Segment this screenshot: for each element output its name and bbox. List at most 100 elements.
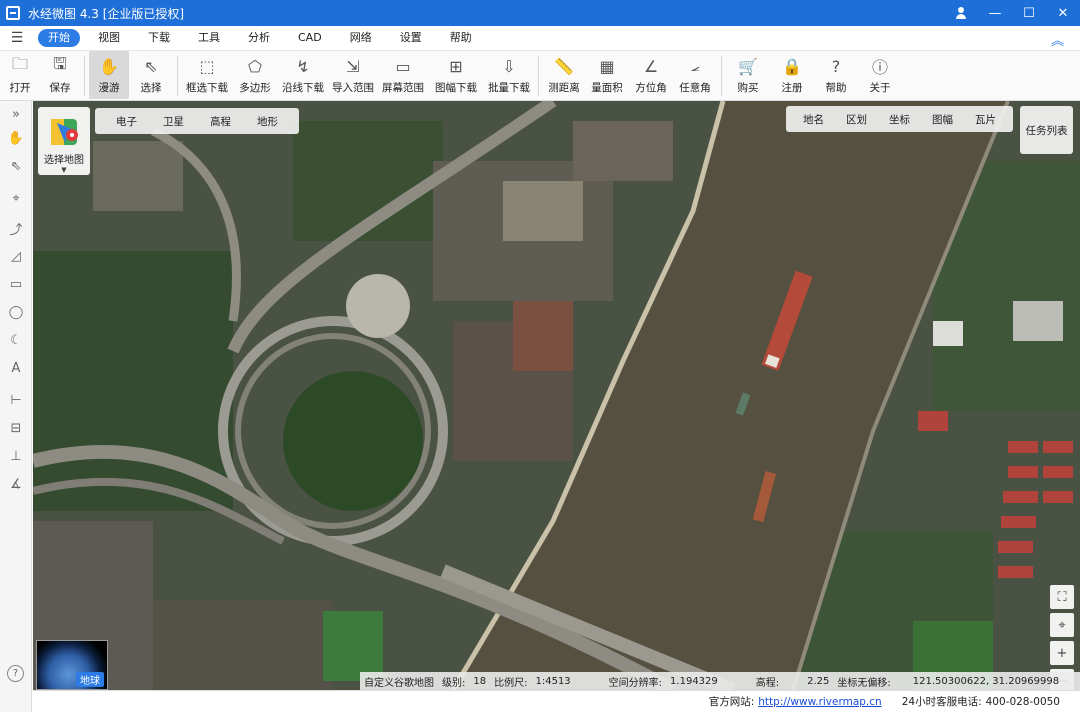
about-button[interactable]: ⓘ 关于 — [858, 51, 902, 99]
sheet-download-icon: ⊞ — [449, 56, 463, 76]
pan-tool-icon[interactable]: ✋ — [7, 129, 25, 147]
import-range-button[interactable]: ⇲ 导入范围 — [328, 51, 378, 99]
select-map-button[interactable]: 选择地图 ▼ — [38, 107, 90, 175]
layer-elevation[interactable]: 高程 — [197, 114, 244, 129]
scale-value: 1:4513 — [535, 675, 571, 687]
site-link[interactable]: http://www.rivermap.cn — [758, 696, 881, 708]
line-download-button[interactable]: ↯ 沿线下载 — [278, 51, 328, 99]
measure-distance-icon[interactable]: ⊢ — [7, 391, 25, 409]
layer-terrain[interactable]: 地形 — [244, 114, 291, 129]
pan-button[interactable]: ✋ 漫游 — [89, 51, 129, 99]
fullscreen-button[interactable]: ⛶ — [1050, 585, 1074, 609]
draw-polygon-icon[interactable]: ◿ — [7, 247, 25, 265]
elevation-value: 2.25 — [807, 675, 830, 687]
map-view[interactable]: 选择地图 ▼ 电子 卫星 高程 地形 地名 区划 坐标 图幅 瓦片 任务列表 ⛶… — [33, 101, 1080, 690]
overlay-coordinates[interactable]: 坐标 — [878, 112, 921, 127]
measure-area-icon[interactable]: ⊟ — [7, 419, 25, 437]
overlay-sheets[interactable]: 图幅 — [921, 112, 964, 127]
help-icon: ? — [831, 56, 841, 76]
menu-view[interactable]: 视图 — [84, 29, 134, 47]
screen-range-button[interactable]: ▭ 屏幕范围 — [378, 51, 428, 99]
menu-start[interactable]: 开始 — [38, 29, 80, 47]
locate-icon: ⌖ — [1058, 617, 1066, 633]
azimuth-button[interactable]: ∠ 方位角 — [629, 51, 673, 99]
select-tool-icon[interactable]: ⇖ — [7, 157, 25, 175]
menu-cad[interactable]: CAD — [284, 29, 336, 47]
import-range-icon: ⇲ — [346, 56, 360, 76]
level-value: 18 — [473, 675, 487, 687]
task-list-button[interactable]: 任务列表 — [1020, 106, 1073, 154]
area-icon: ▦ — [599, 56, 615, 76]
cursor-icon: ⇖ — [144, 56, 158, 76]
toolbar-divider — [721, 56, 722, 96]
collapse-ribbon-icon[interactable]: ︽ — [1051, 30, 1064, 49]
menu-download[interactable]: 下载 — [134, 29, 184, 47]
scale-label: 比例尺: — [494, 677, 528, 689]
coord-label: 坐标无偏移: — [837, 677, 891, 689]
measure-area-button[interactable]: ▦ 量面积 — [585, 51, 629, 99]
help-button[interactable]: ? 帮助 — [814, 51, 858, 99]
azimuth-tool-icon[interactable]: ⊥ — [7, 447, 25, 465]
layer-electronic[interactable]: 电子 — [103, 114, 150, 129]
phone-value: 400-028-0050 — [985, 695, 1060, 708]
open-button[interactable]: 🗀 打开 — [0, 51, 40, 99]
coord-value: 121.50300622, 31.20969998 — [912, 675, 1060, 687]
map-pin-icon — [47, 113, 81, 149]
help-circle-icon[interactable]: ? — [7, 665, 24, 682]
overlay-place-names[interactable]: 地名 — [792, 112, 835, 127]
add-text-icon[interactable]: A — [7, 359, 25, 377]
fullscreen-icon: ⛶ — [1057, 589, 1067, 605]
draw-arc-icon[interactable]: ☾ — [7, 331, 25, 349]
menu-analysis[interactable]: 分析 — [234, 29, 284, 47]
expand-sidebar-icon[interactable]: » — [7, 105, 25, 123]
maximize-icon: ☐ — [1023, 5, 1035, 21]
map-status-bar: 自定义谷歌地图 级别: 18 比例尺: 1:4513 空间分辨率: 1.1943… — [360, 672, 1080, 690]
left-toolbar: » ✋ ⇖ ⌖ ⤴ ◿ ▭ ◯ ☾ A ⊢ ⊟ ⊥ ∡ — [0, 101, 32, 712]
menu-network[interactable]: 网络 — [336, 29, 386, 47]
polygon-button[interactable]: ⬠ 多边形 — [232, 51, 278, 99]
measure-distance-button[interactable]: 📏 测距离 — [543, 51, 585, 99]
toolbar-divider — [538, 56, 539, 96]
map-source: 自定义谷歌地图 — [364, 677, 434, 689]
menu-help[interactable]: 帮助 — [436, 29, 486, 47]
menu-settings[interactable]: 设置 — [386, 29, 436, 47]
zoom-in-button[interactable]: + — [1050, 641, 1074, 665]
minimize-button[interactable]: — — [978, 0, 1012, 26]
hamburger-menu-icon[interactable]: ☰ — [0, 30, 34, 46]
phone-label: 24小时客服电话: — [901, 696, 982, 708]
box-download-button[interactable]: ⬚ 框选下载 — [182, 51, 232, 99]
any-angle-button[interactable]: ⦟ 任意角 — [673, 51, 717, 99]
globe-button[interactable]: 地球 — [36, 640, 108, 690]
globe-label: 地球 — [76, 672, 104, 687]
save-icon: 🖫 — [53, 53, 67, 73]
lock-icon: 🔒 — [782, 56, 802, 76]
save-button[interactable]: 🖫 保存 — [40, 51, 80, 99]
layer-satellite[interactable]: 卫星 — [150, 114, 197, 129]
draw-line-icon[interactable]: ⤴ — [7, 219, 25, 238]
menu-tools[interactable]: 工具 — [184, 29, 234, 47]
toolbar-divider — [177, 56, 178, 96]
select-button[interactable]: ⇖ 选择 — [129, 51, 173, 99]
overlay-tiles[interactable]: 瓦片 — [964, 112, 1007, 127]
close-button[interactable]: ✕ — [1046, 0, 1080, 26]
ruler-icon: 📏 — [554, 56, 574, 76]
title-bar: 水经微图 4.3 [企业版已授权] — ☐ ✕ — [0, 0, 1080, 26]
batch-download-button[interactable]: ⇩ 批量下载 — [484, 51, 534, 99]
draw-rectangle-icon[interactable]: ▭ — [7, 275, 25, 293]
angle-tool-icon[interactable]: ∡ — [7, 475, 25, 493]
user-icon — [955, 7, 967, 19]
polygon-icon: ⬠ — [248, 56, 262, 76]
register-button[interactable]: 🔒 注册 — [770, 51, 814, 99]
select-map-label: 选择地图 — [44, 155, 84, 166]
draw-point-icon[interactable]: ⌖ — [7, 189, 25, 207]
overlay-regions[interactable]: 区划 — [835, 112, 878, 127]
draw-circle-icon[interactable]: ◯ — [7, 303, 25, 321]
locate-button[interactable]: ⌖ — [1050, 613, 1074, 637]
buy-button[interactable]: 🛒 购买 — [726, 51, 770, 99]
user-button[interactable] — [944, 0, 978, 26]
close-icon: ✕ — [1057, 5, 1069, 21]
sheet-download-button[interactable]: ⊞ 图幅下载 — [428, 51, 484, 99]
maximize-button[interactable]: ☐ — [1012, 0, 1046, 26]
toolbar: 🗀 打开 🖫 保存 ✋ 漫游 ⇖ 选择 ⬚ 框选下载 ⬠ 多边形 ↯ 沿线下载 ⇲ 导入范围 ▭… — [0, 51, 1080, 101]
cart-icon: 🛒 — [738, 56, 758, 76]
